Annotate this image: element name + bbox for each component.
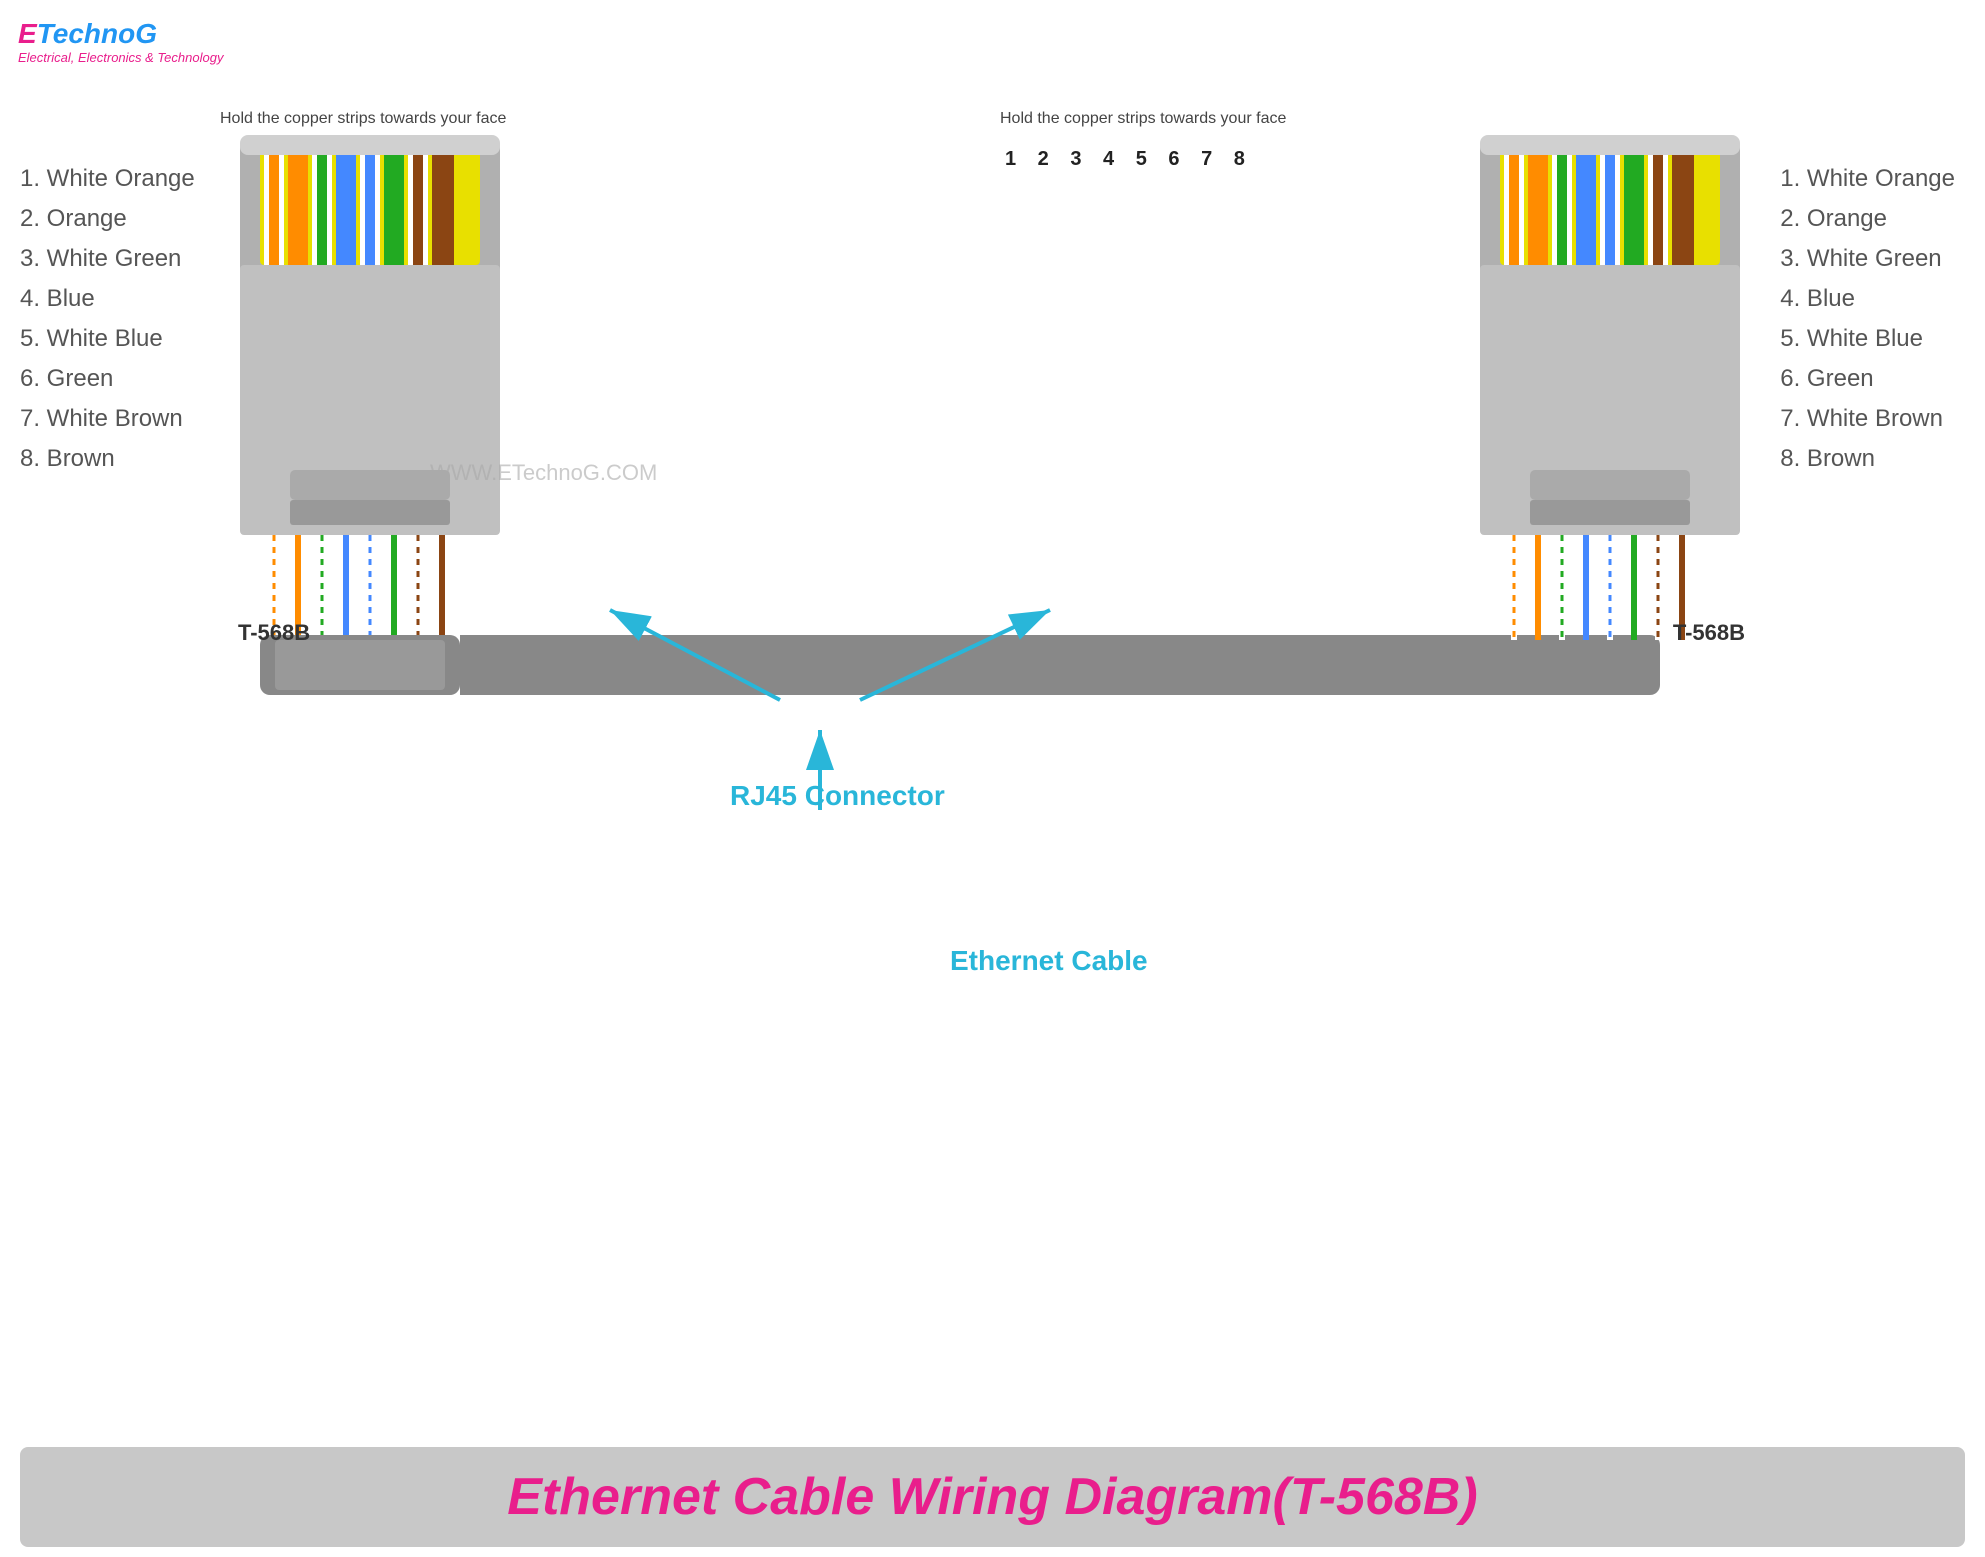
logo: ETechnoG Electrical, Electronics & Techn… bbox=[18, 18, 223, 65]
label-t568b-left: T-568B bbox=[238, 620, 310, 646]
watermark: WWW.ETechnoG.COM bbox=[430, 460, 657, 486]
footer: Ethernet Cable Wiring Diagram(T-568B) bbox=[20, 1447, 1965, 1547]
logo-technog: TechnoG bbox=[37, 18, 157, 49]
wiring-diagram bbox=[160, 80, 1820, 980]
label-rj45: RJ45 Connector bbox=[730, 780, 945, 812]
label-ethernet: Ethernet Cable bbox=[950, 945, 1148, 977]
footer-title: Ethernet Cable Wiring Diagram(T-568B) bbox=[507, 1467, 1477, 1527]
logo-e: E bbox=[18, 18, 37, 49]
label-t568b-right: T-568B bbox=[1673, 620, 1745, 646]
logo-subtitle: Electrical, Electronics & Technology bbox=[18, 50, 223, 65]
